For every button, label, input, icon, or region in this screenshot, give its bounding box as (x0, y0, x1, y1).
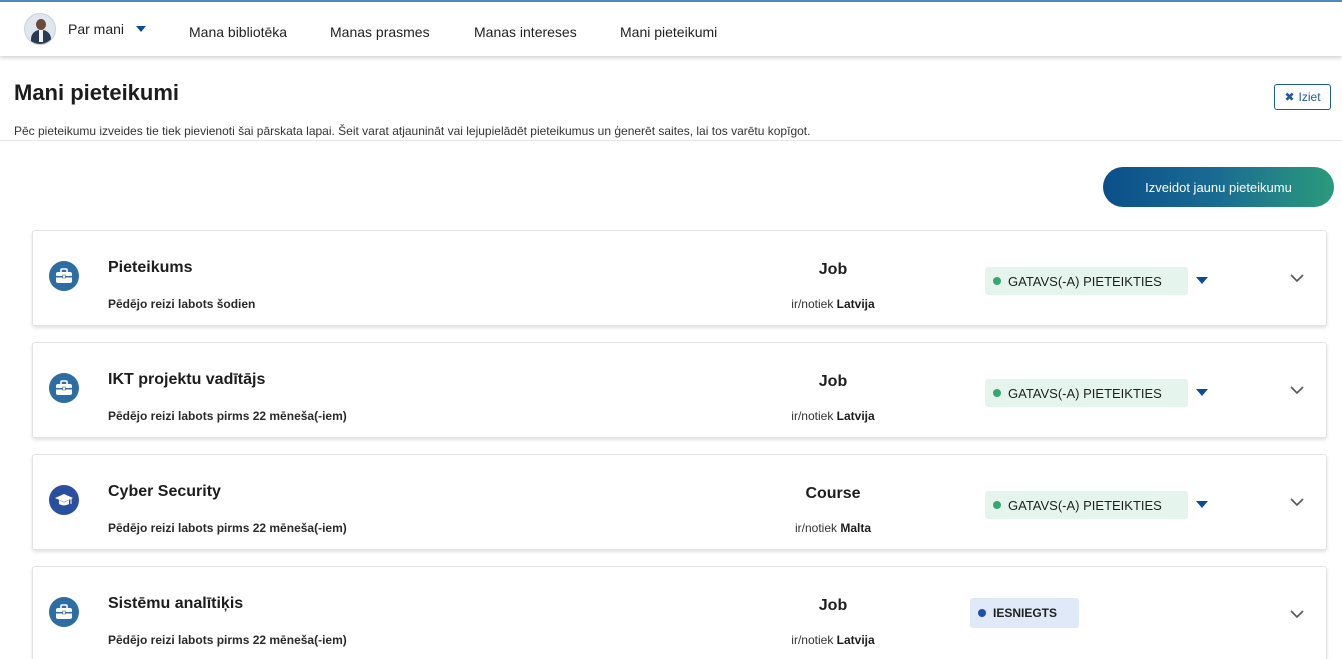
status-badge[interactable]: GATAVS(-A) PIETEIKTIES (985, 491, 1188, 519)
application-type: Job (818, 261, 848, 278)
location-value: Latvija (836, 409, 875, 423)
nav-item-about-me-label: Par mani (68, 21, 125, 37)
application-title[interactable]: Pieteikums (108, 259, 192, 277)
nav-item-about-me[interactable]: Par mani (68, 21, 147, 37)
location-value: Latvija (836, 297, 875, 311)
user-avatar[interactable] (24, 13, 56, 45)
briefcase-icon (49, 597, 79, 627)
application-card[interactable]: Cyber Security Pēdējo reizi labots pirms… (32, 454, 1327, 550)
nav-item-interests[interactable]: Manas intereses (474, 24, 577, 40)
briefcase-icon (49, 373, 79, 403)
graduation-cap-icon (49, 485, 79, 515)
status-dropdown-icon[interactable] (1196, 501, 1208, 508)
status-label: GATAVS(-A) PIETEIKTIES (1008, 273, 1162, 289)
status-badge[interactable]: GATAVS(-A) PIETEIKTIES (985, 379, 1188, 407)
status-dropdown-icon[interactable] (1196, 277, 1208, 284)
status-dropdown-icon[interactable] (1196, 389, 1208, 396)
create-application-button[interactable]: Izveidot jaunu pieteikumu (1103, 167, 1334, 207)
exit-button-label: Iziet (1298, 90, 1321, 104)
status-badge: IESNIEGTS (970, 598, 1079, 628)
application-last-edited: Pēdējo reizi labots pirms 22 mēneša(-iem… (108, 521, 347, 535)
status-label: GATAVS(-A) PIETEIKTIES (1008, 497, 1162, 513)
chevron-down-icon[interactable] (1288, 493, 1306, 511)
status-dot-icon (993, 389, 1001, 397)
application-card[interactable]: Sistēmu analītiķis Pēdējo reizi labots p… (32, 566, 1327, 659)
location-prefix: ir/notiek (794, 521, 837, 535)
application-title[interactable]: IKT projektu vadītājs (108, 371, 265, 389)
application-type: Job (818, 373, 848, 390)
application-location: ir/notiek Malta (733, 521, 933, 535)
briefcase-icon (49, 261, 79, 291)
application-last-edited: Pēdējo reizi labots šodien (108, 297, 256, 311)
application-location: ir/notiek Latvija (733, 409, 933, 423)
application-type: Course (805, 485, 861, 502)
top-navigation: Par mani Mana bibliotēka Manas prasmes M… (0, 0, 1342, 56)
nav-item-skills[interactable]: Manas prasmes (330, 24, 430, 40)
status-label: GATAVS(-A) PIETEIKTIES (1008, 385, 1162, 401)
application-title[interactable]: Sistēmu analītiķis (108, 595, 243, 613)
application-card[interactable]: Pieteikums Pēdējo reizi labots šodien Jo… (32, 230, 1327, 326)
avatar-shirt (39, 30, 43, 42)
caret-down-icon[interactable] (136, 26, 147, 32)
status-dot-icon (993, 501, 1001, 509)
application-last-edited: Pēdējo reizi labots pirms 22 mēneša(-iem… (108, 633, 347, 647)
divider (0, 140, 1342, 141)
status-dot-icon (993, 277, 1001, 285)
location-prefix: ir/notiek (791, 633, 834, 647)
status-dot-icon (978, 609, 986, 617)
location-value: Malta (840, 521, 872, 535)
location-prefix: ir/notiek (791, 297, 834, 311)
page-description: Pēc pieteikumu izveides tie tiek pievien… (14, 124, 811, 138)
application-location: ir/notiek Latvija (733, 297, 933, 311)
status-badge[interactable]: GATAVS(-A) PIETEIKTIES (985, 267, 1188, 295)
exit-button[interactable]: ✖ Iziet (1274, 84, 1331, 110)
nav-item-applications[interactable]: Mani pieteikumi (620, 24, 717, 40)
location-prefix: ir/notiek (791, 409, 834, 423)
close-icon: ✖ (1284, 90, 1295, 104)
application-type: Job (818, 597, 848, 614)
page-title: Mani pieteikumi (14, 80, 180, 105)
application-location: ir/notiek Latvija (733, 633, 933, 647)
location-value: Latvija (836, 633, 875, 647)
nav-item-library[interactable]: Mana bibliotēka (189, 24, 287, 40)
application-card[interactable]: IKT projektu vadītājs Pēdējo reizi labot… (32, 342, 1327, 438)
status-label: IESNIEGTS (993, 606, 1058, 620)
chevron-down-icon[interactable] (1288, 381, 1306, 399)
chevron-down-icon[interactable] (1288, 605, 1306, 623)
chevron-down-icon[interactable] (1288, 269, 1306, 287)
application-title[interactable]: Cyber Security (108, 483, 221, 501)
application-last-edited: Pēdējo reizi labots pirms 22 mēneša(-iem… (108, 409, 347, 423)
avatar-head (36, 19, 46, 30)
